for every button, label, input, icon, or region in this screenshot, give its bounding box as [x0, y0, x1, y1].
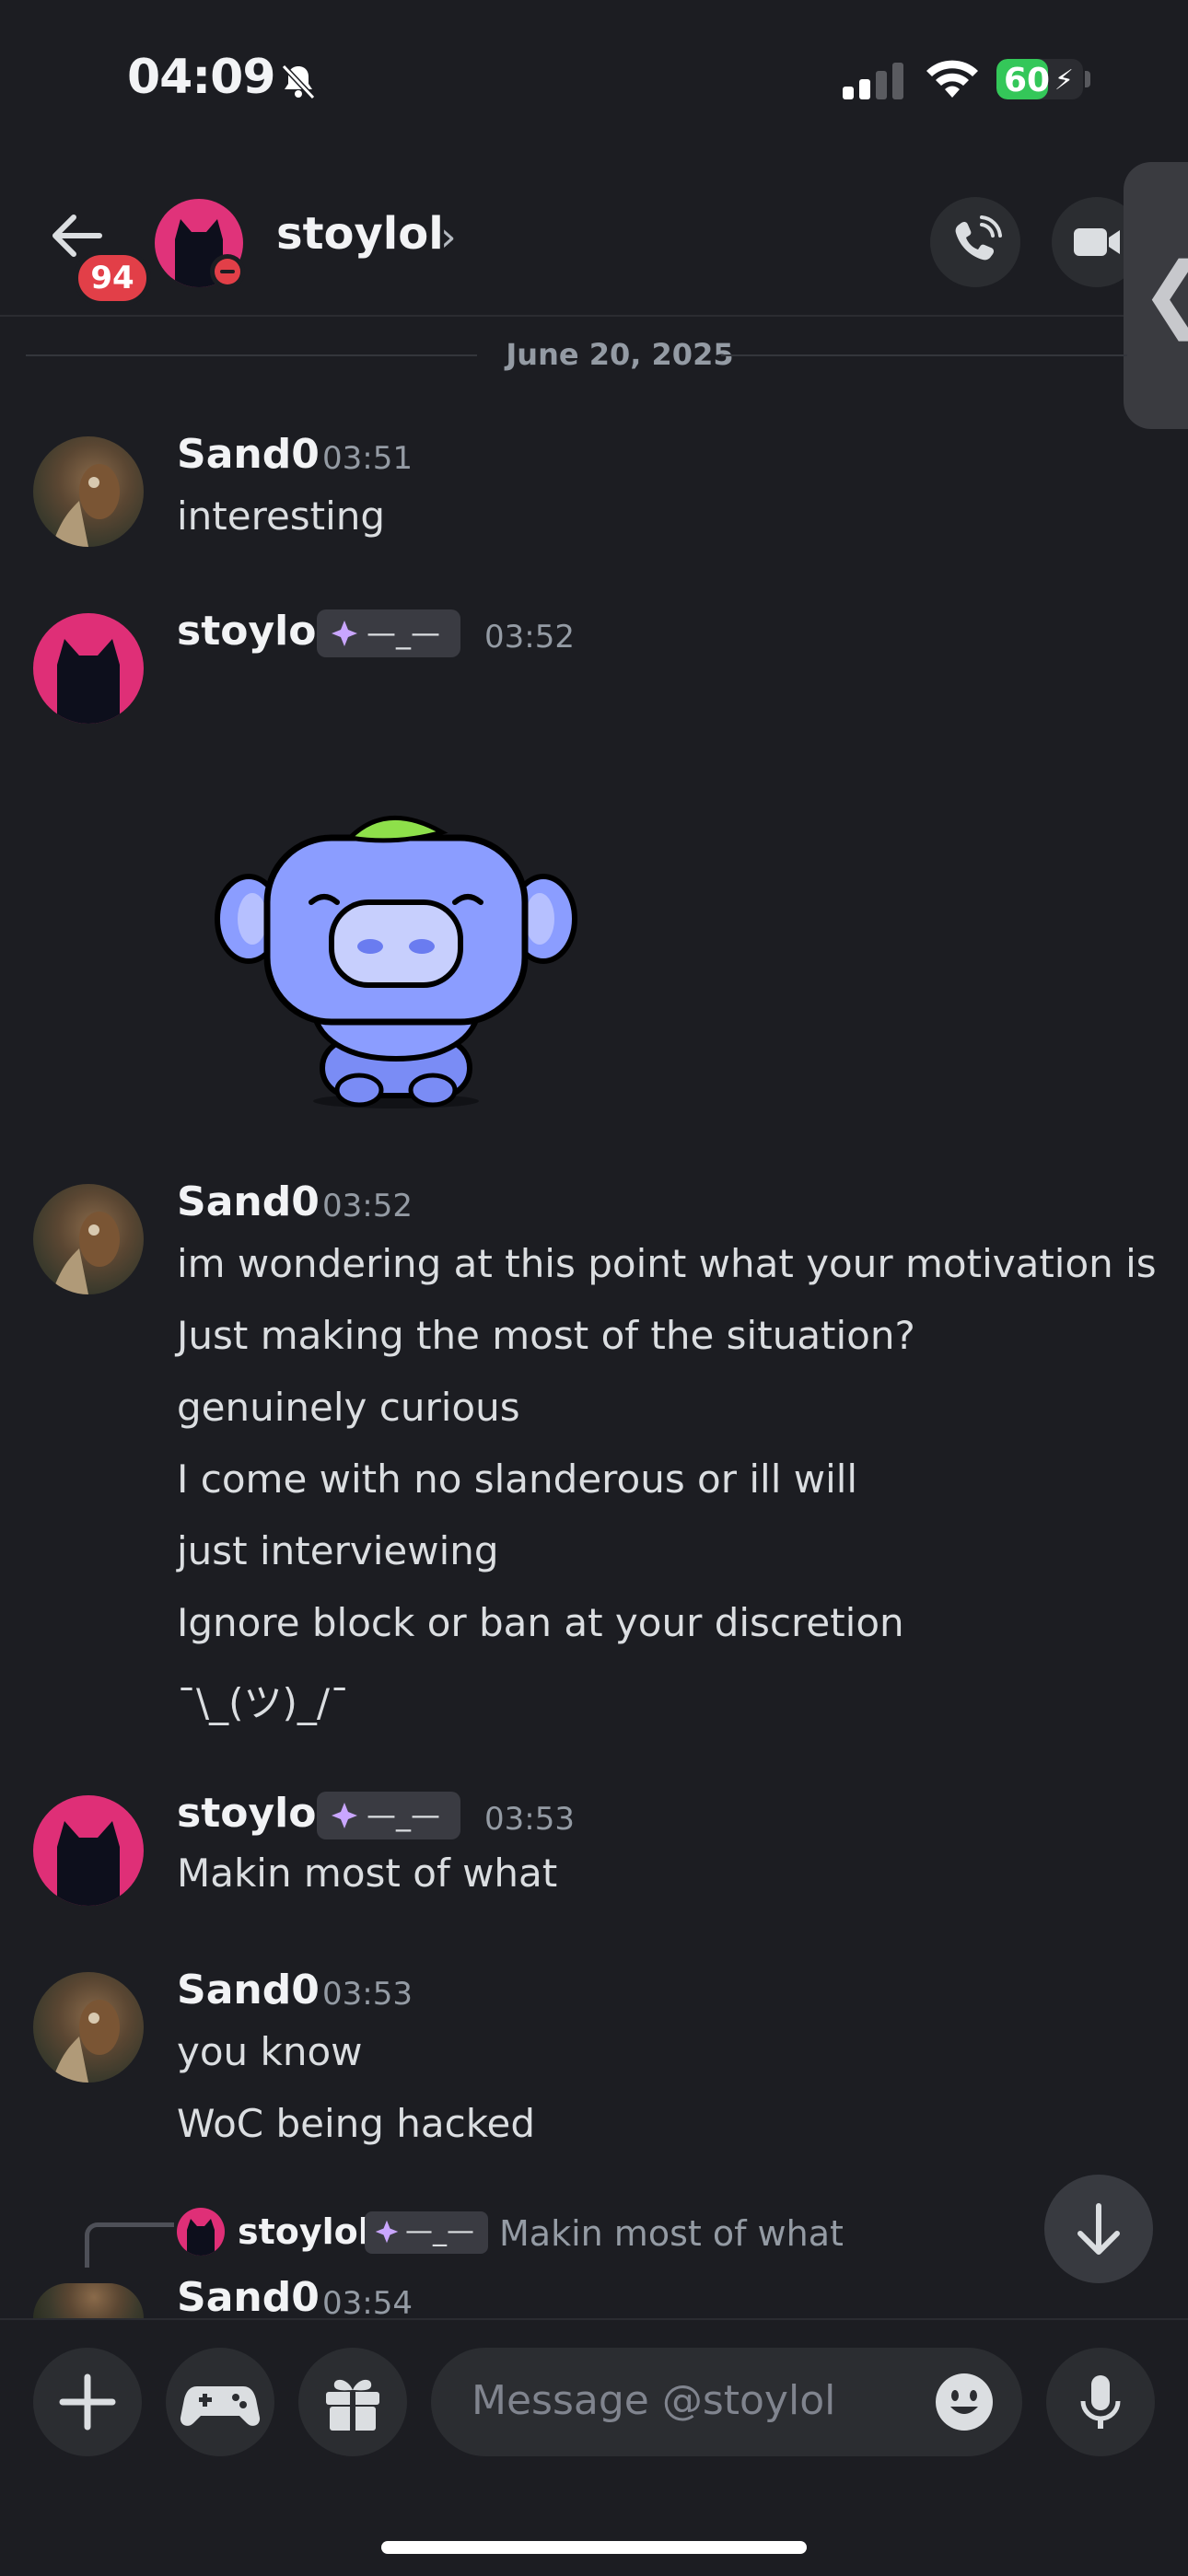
- sparkle-icon: [330, 619, 359, 652]
- status-bar: 04:09 60 ⚡: [0, 0, 1188, 157]
- message-text: I come with no slanderous or ill will: [177, 1456, 858, 1502]
- server-tag[interactable]: —_—: [317, 1792, 460, 1839]
- gift-icon: [326, 2379, 379, 2431]
- message-composer: Message @stoylol: [0, 2318, 1188, 2576]
- avatar[interactable]: [33, 2283, 144, 2318]
- microphone-icon: [1080, 2375, 1121, 2429]
- wumpus-sticker[interactable]: [212, 810, 580, 1118]
- avatar[interactable]: [33, 613, 144, 724]
- battery-indicator: 60 ⚡: [996, 59, 1083, 99]
- voice-call-button[interactable]: [930, 197, 1020, 287]
- message-text: interesting: [177, 493, 386, 539]
- message-timestamp: 03:52: [484, 619, 575, 656]
- status-time: 04:09: [127, 50, 276, 105]
- avatar[interactable]: [33, 1795, 144, 1906]
- server-tag-text: —_—: [367, 1797, 440, 1832]
- date-divider: June 20, 2025: [26, 337, 1127, 374]
- chevron-left-icon: ❮: [1140, 245, 1188, 342]
- dnd-status-icon: [210, 254, 245, 289]
- message-text: im wondering at this point what your mot…: [177, 1241, 1157, 1286]
- gamepad-icon: [180, 2386, 261, 2426]
- divider-date: June 20, 2025: [506, 337, 734, 372]
- cellular-signal-icon: [843, 61, 907, 105]
- message-timestamp: 03:52: [322, 1188, 413, 1224]
- phone-icon: [955, 215, 1002, 261]
- message-text: you know: [177, 2029, 363, 2074]
- battery-cap: [1085, 71, 1090, 87]
- avatar[interactable]: [33, 1184, 144, 1294]
- reply-author[interactable]: stoylol: [238, 2211, 370, 2252]
- divider-line: [26, 354, 477, 356]
- message-text: just interviewing: [177, 1528, 499, 1573]
- server-tag[interactable]: —_—: [365, 2211, 488, 2254]
- avatar[interactable]: [33, 436, 144, 547]
- reply-preview[interactable]: Makin most of what: [499, 2213, 844, 2254]
- message-text: Makin most of what: [177, 1851, 558, 1896]
- message-author[interactable]: stoylol: [177, 1790, 331, 1837]
- wifi-icon: [923, 57, 982, 105]
- activities-button[interactable]: [166, 2348, 274, 2456]
- message-text: ¯\_(ツ)_/¯: [177, 1680, 350, 1725]
- message-text: WoC being hacked: [177, 2101, 536, 2146]
- message-text: Ignore block or ban at your discretion: [177, 1600, 904, 1645]
- message-author[interactable]: Sand0: [177, 431, 320, 478]
- message-timestamp: 03:53: [322, 1976, 413, 2013]
- server-tag[interactable]: —_—: [317, 609, 460, 657]
- message-text: Just making the most of the situation?: [177, 1313, 915, 1358]
- avatar[interactable]: [33, 1972, 144, 2083]
- sparkle-icon: [330, 1801, 359, 1834]
- emoji-icon[interactable]: [934, 2372, 995, 2436]
- avatar[interactable]: [177, 2208, 225, 2256]
- chevron-right-icon[interactable]: ›: [440, 214, 457, 261]
- bell-muted-icon: [278, 61, 319, 105]
- gift-button[interactable]: [298, 2348, 407, 2456]
- arrow-down-icon: [1077, 2203, 1120, 2255]
- reply-connector: [85, 2222, 174, 2268]
- message-author[interactable]: Sand0: [177, 2274, 320, 2321]
- server-tag-text: —_—: [367, 615, 440, 650]
- message-input[interactable]: Message @stoylol: [431, 2348, 1022, 2456]
- server-tag-text: —_—: [405, 2215, 474, 2247]
- voice-message-button[interactable]: [1046, 2348, 1155, 2456]
- add-attachment-button[interactable]: [33, 2348, 142, 2456]
- message-timestamp: 03:53: [484, 1801, 575, 1838]
- message-timestamp: 03:54: [322, 2285, 413, 2322]
- divider-line: [721, 354, 1127, 356]
- plus-icon: [59, 2373, 116, 2431]
- jump-to-bottom-button[interactable]: [1044, 2175, 1153, 2283]
- message-text: genuinely curious: [177, 1385, 520, 1430]
- message-timestamp: 03:51: [322, 440, 413, 477]
- dm-header: 94 stoylol ›: [0, 157, 1188, 317]
- message-input-placeholder: Message @stoylol: [472, 2377, 836, 2424]
- home-indicator: [381, 2541, 807, 2554]
- side-panel-tab[interactable]: ❮: [1124, 162, 1188, 429]
- dm-username[interactable]: stoylol: [276, 208, 444, 260]
- unread-badge: 94: [74, 250, 151, 306]
- charging-bolt-icon: ⚡: [1054, 64, 1074, 97]
- message-author[interactable]: Sand0: [177, 1967, 320, 2013]
- message-author[interactable]: stoylol: [177, 608, 331, 655]
- battery-percent: 60: [1004, 62, 1051, 99]
- sparkle-icon: [374, 2219, 400, 2248]
- message-author[interactable]: Sand0: [177, 1178, 320, 1225]
